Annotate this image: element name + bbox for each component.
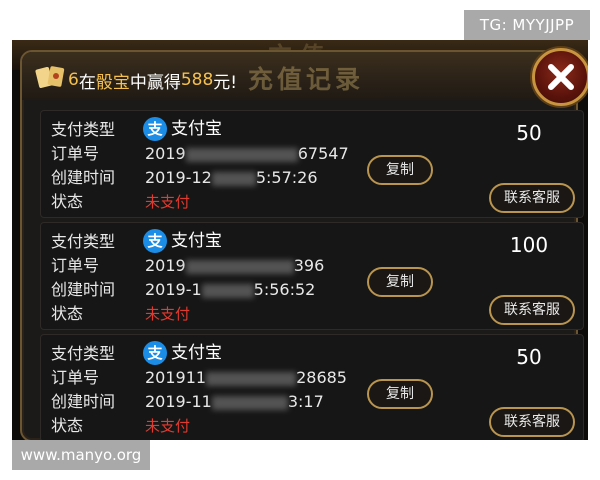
close-icon	[548, 64, 574, 90]
status-label: 状态	[51, 416, 84, 435]
order-no-value: 2019 67547	[145, 144, 349, 163]
marquee-text-3: 元!	[213, 72, 238, 93]
created-value: 2019-1 5:56:52	[145, 280, 316, 299]
pay-method-value: 支付宝	[171, 343, 222, 363]
recharge-records-panel: 充值记录 6 在 骰宝 中赢得 588 元! 支付类型 支 支付宝 订单号 20…	[20, 50, 584, 440]
status-label: 状态	[51, 304, 84, 323]
marquee-amount: 588	[180, 70, 214, 90]
copy-button[interactable]: 复制	[367, 155, 433, 185]
amount-value: 50	[516, 345, 542, 369]
order-no-label: 订单号	[51, 144, 100, 163]
marquee-text-1: 在	[78, 72, 96, 93]
pay-type-label: 支付类型	[51, 120, 116, 139]
created-value: 2019-12 5:57:26	[145, 168, 318, 187]
alipay-icon: 支	[143, 117, 167, 141]
marquee-game: 骰宝	[95, 72, 130, 93]
win-announcement-marquee: 6 在 骰宝 中赢得 588 元!	[50, 66, 237, 94]
order-no-label: 订单号	[51, 256, 100, 275]
watermark-tg-label: TG: MYYJJPP	[464, 10, 590, 40]
recharge-record-2: 支付类型 支 支付宝 订单号 2019 396 创建时间 2019-1 5:56:5…	[40, 222, 584, 330]
pay-type-label: 支付类型	[51, 232, 116, 251]
status-value: 未支付	[145, 417, 191, 435]
order-no-label: 订单号	[51, 368, 100, 387]
contact-service-button[interactable]: 联系客服	[489, 295, 575, 325]
pay-method-value: 支付宝	[171, 231, 222, 251]
marquee-player: 6	[68, 70, 79, 90]
copy-button[interactable]: 复制	[367, 379, 433, 409]
watermark-site-label: www.manyo.org	[12, 440, 150, 470]
copy-button[interactable]: 复制	[367, 267, 433, 297]
amount-value: 100	[509, 233, 549, 257]
status-value: 未支付	[145, 305, 191, 323]
game-screen: 充值 充值记录 6 在 骰宝 中赢得 588 元! 支付类型 支 支付宝 订单	[12, 40, 588, 440]
marquee-text-2: 中赢得	[129, 72, 181, 93]
pay-method-value: 支付宝	[171, 119, 222, 139]
recharge-record-1: 支付类型 支 支付宝 订单号 2019 67547 创建时间 2019-12 5:5…	[40, 110, 584, 218]
alipay-icon: 支	[143, 341, 167, 365]
order-no-value: 2019 396	[145, 256, 325, 275]
created-value: 2019-11 3:17	[145, 392, 324, 411]
contact-service-button[interactable]: 联系客服	[489, 407, 575, 437]
panel-header: 充值记录 6 在 骰宝 中赢得 588 元!	[22, 52, 576, 100]
contact-service-button[interactable]: 联系客服	[489, 183, 575, 213]
status-label: 状态	[51, 192, 84, 211]
panel-title: 充值记录	[248, 65, 365, 94]
status-value: 未支付	[145, 193, 191, 211]
alipay-icon: 支	[143, 229, 167, 253]
created-label: 创建时间	[51, 168, 116, 187]
created-label: 创建时间	[51, 280, 116, 299]
order-no-value: 201911 28685	[145, 368, 347, 387]
created-label: 创建时间	[51, 392, 116, 411]
recharge-record-3: 支付类型 支 支付宝 订单号 201911 28685 创建时间 2019-11 3…	[40, 334, 584, 440]
pay-type-label: 支付类型	[51, 344, 116, 363]
amount-value: 50	[516, 121, 542, 145]
close-button[interactable]	[532, 48, 588, 106]
